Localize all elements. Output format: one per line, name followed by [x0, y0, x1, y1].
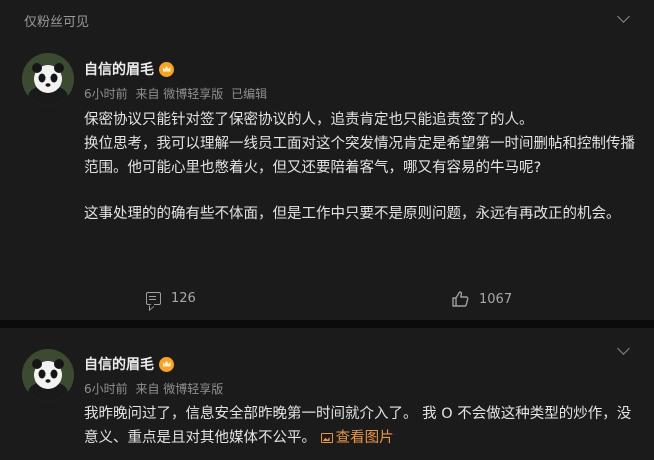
post-source: 来自 微博轻享版 [135, 382, 224, 396]
chevron-down-icon[interactable] [617, 342, 630, 355]
comment-count: 126 [171, 291, 196, 306]
verified-badge-icon [159, 61, 174, 77]
post-source: 来自 微博轻享版 [135, 87, 224, 101]
edited-label[interactable]: 已编辑 [231, 87, 267, 101]
author-row: 自信的眉毛 [84, 354, 174, 374]
comment-icon [146, 292, 161, 305]
post-paragraph: 这事处理的的确有些不体面，但是工作中只要不是原则问题，永远有再改正的机会。 [84, 206, 621, 222]
post-body: 保密协议只能针对签了保密协议的人，追责肯定也只能追责签了的人。 换位思考，我可以… [84, 108, 636, 226]
like-count: 1067 [479, 291, 513, 307]
post-time[interactable]: 6小时前 [84, 382, 128, 396]
like-icon [452, 291, 469, 307]
author-name[interactable]: 自信的眉毛 [84, 59, 154, 79]
visibility-label: 仅粉丝可见 [24, 15, 90, 30]
post-meta: 6小时前 来自 微博轻享版 [84, 380, 227, 397]
verified-badge-icon [159, 356, 174, 372]
view-image-label: 查看图片 [335, 430, 394, 446]
avatar[interactable] [22, 349, 74, 401]
post-time[interactable]: 6小时前 [84, 87, 128, 101]
post-body: 我昨晚问过了，信息安全部昨晚第一时间就介入了。 我 O 不会做这种类型的炒作，没… [84, 402, 636, 450]
post-card: 仅粉丝可见 自信的眉毛 6小时前 来自 微博轻享版 已编辑 保密协议只能针对签了… [0, 0, 654, 320]
post-card: 自信的眉毛 6小时前 来自 微博轻享版 我昨晚问过了，信息安全部昨晚第一时间就介… [0, 328, 654, 460]
author-name[interactable]: 自信的眉毛 [84, 354, 154, 374]
image-icon [320, 433, 333, 443]
like-button[interactable]: 1067 [452, 291, 512, 307]
chevron-down-icon[interactable] [617, 10, 630, 23]
comment-button[interactable]: 126 [146, 291, 196, 306]
avatar[interactable] [22, 53, 74, 105]
post-meta: 6小时前 来自 微博轻享版 已编辑 [84, 85, 271, 102]
post-paragraph: 保密协议只能针对签了保密协议的人，追责肯定也只能追责签了的人。 [84, 112, 534, 128]
view-image-link[interactable]: 查看图片 [320, 430, 394, 446]
post-paragraph: 换位思考，我可以理解一线员工面对这个突发情况肯定是希望第一时间删帖和控制传播范围… [84, 136, 635, 176]
author-row: 自信的眉毛 [84, 59, 174, 79]
